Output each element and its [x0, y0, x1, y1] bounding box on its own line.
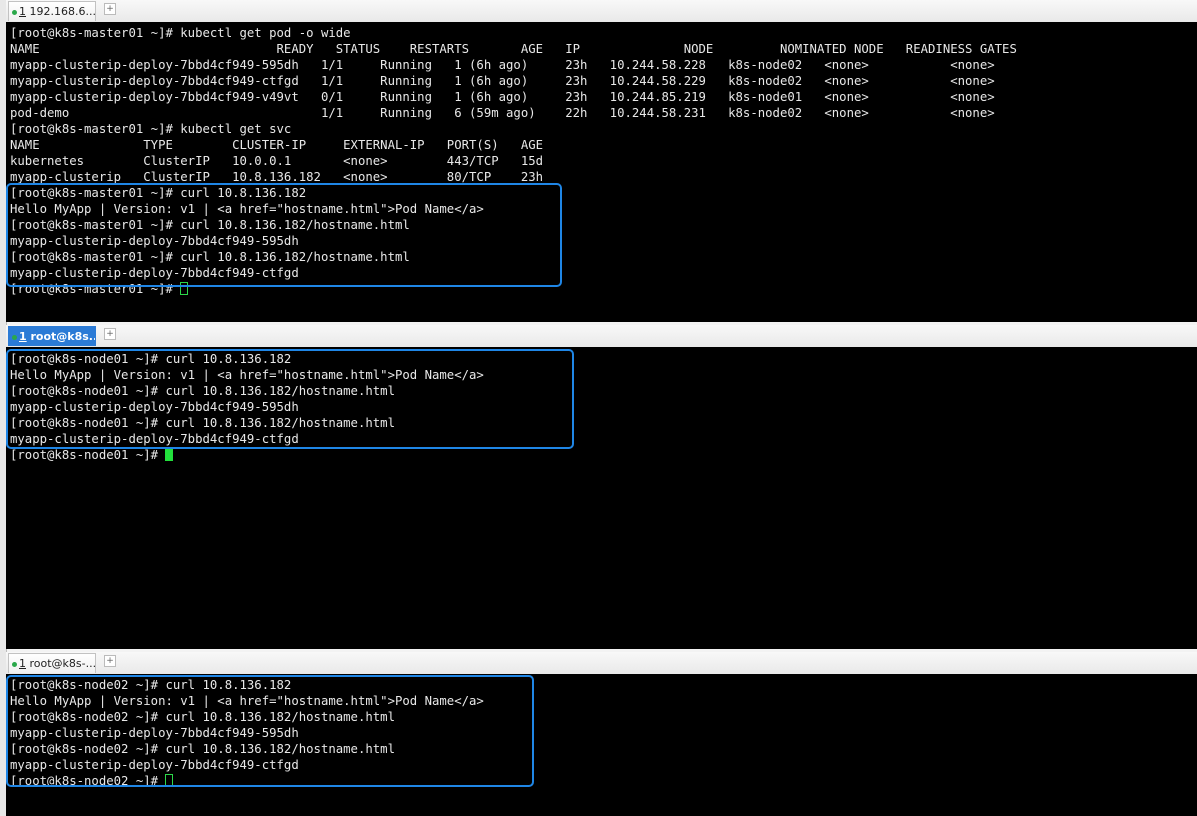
terminal-line: myapp-clusterip-deploy-7bbd4cf949-595dh …: [10, 58, 995, 72]
terminal-pane-node01: 1 root@k8s... + [root@k8s-node01 ~]# cur…: [6, 325, 1197, 649]
terminal-line: NAME TYPE CLUSTER-IP EXTERNAL-IP PORT(S)…: [10, 138, 544, 152]
session-status-dot-icon: [12, 9, 17, 15]
tab-bar: 1 192.168.6... +: [6, 0, 1197, 23]
terminal-line: pod-demo 1/1 Running 6 (59m ago) 22h 10.…: [10, 106, 995, 120]
terminal-line: Hello MyApp | Version: v1 | <a href="hos…: [10, 202, 484, 216]
session-tab-node02[interactable]: 1 root@k8s-...: [8, 653, 96, 673]
new-tab-button[interactable]: +: [104, 328, 116, 340]
terminal-line: [root@k8s-master01 ~]# kubectl get pod -…: [10, 26, 351, 40]
session-tab-node01[interactable]: 1 root@k8s...: [8, 326, 96, 346]
terminal-output[interactable]: [root@k8s-node01 ~]# curl 10.8.136.182 H…: [6, 347, 1197, 649]
tab-bar: 1 root@k8s... +: [6, 325, 1197, 348]
terminal-line: [root@k8s-node01 ~]# curl 10.8.136.182/h…: [10, 384, 395, 398]
terminal-line: myapp-clusterip-deploy-7bbd4cf949-595dh: [10, 400, 299, 414]
prompt-text: [root@k8s-node01 ~]#: [10, 448, 166, 462]
terminal-line: [root@k8s-master01 ~]# curl 10.8.136.182…: [10, 250, 410, 264]
tab-number: 1: [19, 330, 27, 343]
terminal-prompt-line: [root@k8s-master01 ~]#: [10, 281, 189, 297]
terminal-output[interactable]: [root@k8s-master01 ~]# kubectl get pod -…: [6, 22, 1197, 322]
terminal-pane-node02: 1 root@k8s-... + [root@k8s-node02 ~]# cu…: [6, 652, 1197, 816]
terminal-line: myapp-clusterip-deploy-7bbd4cf949-595dh: [10, 234, 299, 248]
prompt-text: [root@k8s-master01 ~]#: [10, 282, 181, 296]
tab-number: 1: [19, 5, 26, 18]
terminal-prompt-line: [root@k8s-node01 ~]#: [10, 447, 174, 463]
cursor-icon: [165, 774, 174, 787]
terminal-line: [root@k8s-master01 ~]# curl 10.8.136.182…: [10, 218, 410, 232]
terminal-output[interactable]: [root@k8s-node02 ~]# curl 10.8.136.182 H…: [6, 674, 1197, 816]
terminal-line: NAME READY STATUS RESTARTS AGE IP NODE N…: [10, 42, 1017, 56]
terminal-line: [root@k8s-node02 ~]# curl 10.8.136.182/h…: [10, 710, 395, 724]
terminal-line: myapp-clusterip-deploy-7bbd4cf949-ctfgd: [10, 432, 299, 446]
cursor-icon: [180, 282, 189, 295]
prompt-text: [root@k8s-node02 ~]#: [10, 774, 166, 788]
tab-number: 1: [19, 657, 26, 670]
terminal-line: Hello MyApp | Version: v1 | <a href="hos…: [10, 694, 484, 708]
session-tab-master01[interactable]: 1 192.168.6...: [8, 1, 96, 21]
terminal-line: myapp-clusterip-deploy-7bbd4cf949-ctfgd: [10, 266, 299, 280]
terminal-line: myapp-clusterip-deploy-7bbd4cf949-595dh: [10, 726, 299, 740]
tab-title: 192.168.6...: [26, 5, 96, 18]
terminal-line: myapp-clusterip-deploy-7bbd4cf949-ctfgd …: [10, 74, 995, 88]
terminal-line: [root@k8s-node02 ~]# curl 10.8.136.182: [10, 678, 292, 692]
new-tab-button[interactable]: +: [104, 3, 116, 15]
terminal-line: myapp-clusterip-deploy-7bbd4cf949-v49vt …: [10, 90, 995, 104]
terminal-line: [root@k8s-node01 ~]# curl 10.8.136.182/h…: [10, 416, 395, 430]
terminal-line: [root@k8s-node01 ~]# curl 10.8.136.182: [10, 352, 292, 366]
session-status-dot-icon: [12, 661, 17, 667]
terminal-line: Hello MyApp | Version: v1 | <a href="hos…: [10, 368, 484, 382]
terminal-line: [root@k8s-master01 ~]# curl 10.8.136.182: [10, 186, 307, 200]
terminal-prompt-line: [root@k8s-node02 ~]#: [10, 773, 174, 789]
cursor-icon: [165, 448, 174, 461]
terminal-line: [root@k8s-master01 ~]# kubectl get svc: [10, 122, 292, 136]
tab-bar: 1 root@k8s-... +: [6, 652, 1197, 675]
session-status-dot-icon: [12, 334, 17, 340]
tab-title: root@k8s...: [26, 330, 96, 343]
terminal-line: kubernetes ClusterIP 10.0.0.1 <none> 443…: [10, 154, 544, 168]
terminal-pane-master01: 1 192.168.6... + [root@k8s-master01 ~]# …: [6, 0, 1197, 322]
terminal-line: myapp-clusterip ClusterIP 10.8.136.182 <…: [10, 170, 544, 184]
terminal-line: myapp-clusterip-deploy-7bbd4cf949-ctfgd: [10, 758, 299, 772]
new-tab-button[interactable]: +: [104, 655, 116, 667]
terminal-line: [root@k8s-node02 ~]# curl 10.8.136.182/h…: [10, 742, 395, 756]
tab-title: root@k8s-...: [26, 657, 96, 670]
